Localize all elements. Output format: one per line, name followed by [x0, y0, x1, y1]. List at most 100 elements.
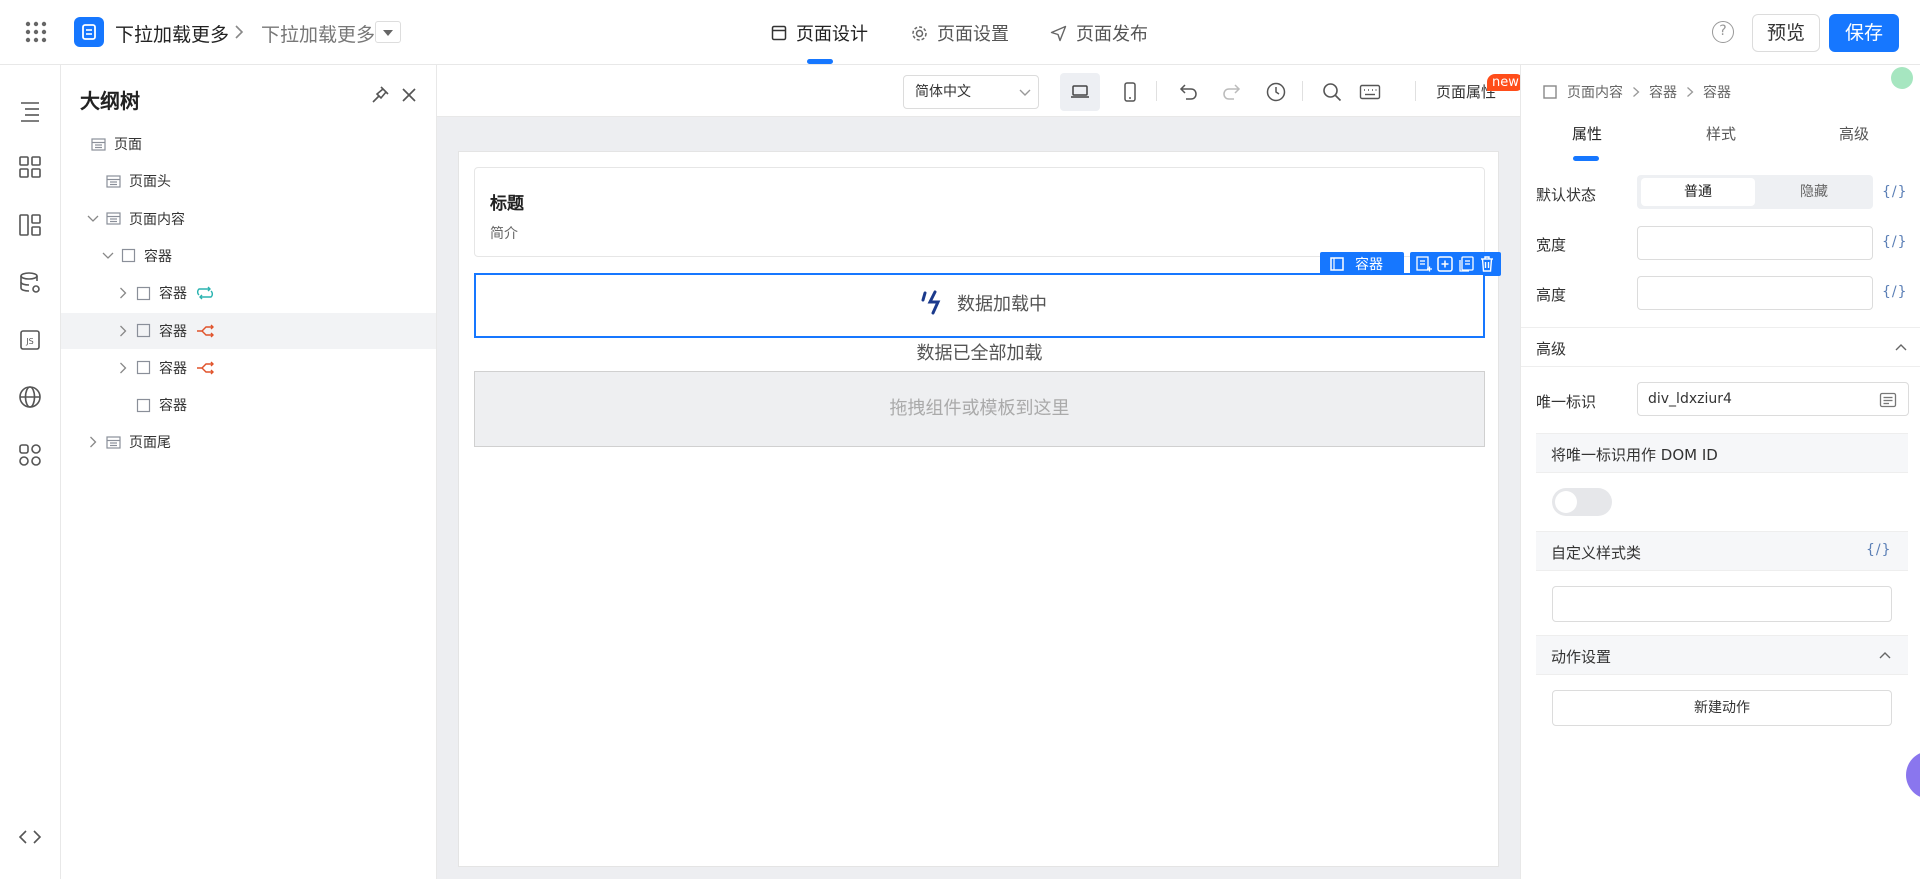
page-header-block[interactable]: 标题 简介 [474, 167, 1485, 257]
gear-icon [912, 25, 927, 41]
branch-icon [195, 361, 215, 375]
unique-id-input[interactable]: div_ldxziur4 [1637, 382, 1909, 416]
width-expression-button[interactable]: {/} [1882, 234, 1908, 250]
left-icon-bar: JS [0, 65, 61, 879]
height-label: 高度 [1536, 286, 1567, 304]
tree-item[interactable]: 容器 [61, 275, 436, 311]
selected-container[interactable]: 数据加载中 [474, 273, 1485, 338]
mobile-view-icon[interactable] [1120, 81, 1140, 103]
app-logo-icon [74, 17, 104, 47]
tree-item[interactable]: 页面内容 [61, 201, 436, 237]
components-icon[interactable] [17, 154, 43, 180]
search-icon[interactable] [1321, 81, 1343, 103]
dom-id-toggle[interactable] [1552, 488, 1612, 516]
design-canvas: 简体中文 页面属性 new 标题 简介 容器 数据加载中 数据已全部加载 拖拽组… [437, 65, 1524, 879]
id-card-icon[interactable] [1879, 392, 1897, 408]
page-document: 标题 简介 容器 数据加载中 数据已全部加载 拖拽组件或模板到这里 [458, 151, 1501, 867]
tree-toggle[interactable] [101, 252, 115, 260]
tab-properties[interactable]: 属性 [1572, 123, 1602, 144]
container-icon [121, 249, 136, 263]
close-icon[interactable] [400, 86, 418, 104]
tree-item[interactable]: 页面 [61, 126, 436, 162]
tree-toggle[interactable] [86, 215, 100, 223]
tab-page-publish[interactable]: 页面发布 [1050, 20, 1148, 46]
tab-styles[interactable]: 样式 [1706, 123, 1736, 144]
advanced-section-title: 高级 [1536, 340, 1567, 358]
apps-icon[interactable] [17, 442, 43, 468]
width-input[interactable] [1637, 226, 1873, 260]
tree-toggle[interactable] [116, 362, 130, 374]
tree-toggle[interactable] [116, 325, 130, 337]
tree-item[interactable]: 页面头 [61, 163, 436, 199]
chevron-up-icon [1895, 344, 1907, 351]
default-state-expression-button[interactable]: {/} [1882, 184, 1908, 200]
redo-icon[interactable] [1221, 81, 1243, 103]
actions-section-header[interactable]: 动作设置 [1536, 635, 1908, 675]
history-icon[interactable] [1265, 81, 1287, 103]
custom-class-input[interactable] [1552, 586, 1892, 622]
toggle-knob [1555, 491, 1577, 513]
crumb-page-content[interactable]: 页面内容 [1567, 82, 1623, 102]
outline-tree-icon[interactable] [17, 98, 43, 124]
outline-panel: 大纲树 页面 页面头 页面内容 容器 容器 容器 容器 容器 页面尾 [61, 65, 437, 879]
tree-item[interactable]: 页面尾 [61, 424, 436, 460]
keyboard-icon[interactable] [1359, 83, 1381, 101]
chevron-right-icon[interactable] [119, 325, 127, 337]
tab-page-design[interactable]: 页面设计 [771, 20, 868, 46]
tree-item-label: 页面头 [129, 174, 171, 191]
branch-icon [197, 324, 214, 337]
add-child-icon[interactable] [1436, 255, 1454, 273]
tree-toggle[interactable] [86, 436, 100, 448]
pin-icon[interactable] [370, 85, 390, 105]
undo-icon[interactable] [1177, 81, 1199, 103]
tree-item[interactable]: 容器 [61, 312, 436, 349]
breadcrumb-app[interactable]: 下拉加载更多 [115, 20, 229, 47]
crumb-container[interactable]: 容器 [1649, 82, 1677, 102]
trash-icon[interactable] [1478, 255, 1496, 273]
chevron-down-icon[interactable] [102, 252, 114, 260]
code-icon[interactable] [17, 827, 43, 847]
tree-item[interactable]: 容器 [61, 350, 436, 386]
help-icon[interactable]: ? [1712, 21, 1734, 43]
insert-before-icon[interactable] [1415, 255, 1433, 273]
chevron-right-icon[interactable] [89, 436, 97, 448]
breadcrumb-page[interactable]: 下拉加载更多 [261, 20, 375, 47]
state-normal-option[interactable]: 普通 [1641, 178, 1755, 206]
save-button[interactable]: 保存 [1829, 14, 1899, 52]
tab-page-publish-label: 页面发布 [1076, 24, 1148, 45]
height-input[interactable] [1637, 276, 1873, 310]
desktop-view-button[interactable] [1060, 73, 1100, 111]
tree-item[interactable]: 容器 [61, 238, 436, 274]
tree-item[interactable]: 容器 [61, 387, 436, 423]
advanced-section-header[interactable]: 高级 [1521, 327, 1920, 367]
default-state-label: 默认状态 [1536, 186, 1597, 204]
top-bar: 下拉加载更多 下拉加载更多 页面设计 页面设置 页面发布 ? 预览 保存 [0, 0, 1920, 65]
copy-icon[interactable] [1457, 255, 1475, 273]
chevron-right-icon[interactable] [119, 362, 127, 374]
new-action-button[interactable]: 新建动作 [1552, 690, 1892, 726]
status-indicator [1891, 67, 1913, 89]
tab-advanced[interactable]: 高级 [1839, 123, 1869, 144]
preview-button[interactable]: 预览 [1752, 14, 1820, 52]
page-dropdown-button[interactable] [375, 21, 401, 43]
chevron-right-icon[interactable] [119, 287, 127, 299]
chevron-down-icon[interactable] [87, 215, 99, 223]
tab-page-settings[interactable]: 页面设置 [911, 20, 1009, 46]
height-expression-button[interactable]: {/} [1882, 284, 1908, 300]
state-hidden-option[interactable]: 隐藏 [1755, 178, 1873, 206]
header-subtitle: 简介 [490, 226, 518, 242]
component-breadcrumb: 页面内容 容器 容器 [1542, 82, 1731, 102]
unique-id-label: 唯一标识 [1536, 393, 1597, 411]
globe-icon[interactable] [17, 384, 43, 410]
app-grid-icon[interactable] [25, 21, 47, 43]
language-select[interactable]: 简体中文 [903, 75, 1039, 109]
loading-text: 数据加载中 [957, 294, 1047, 315]
active-tab-indicator [1573, 156, 1599, 161]
js-icon[interactable]: JS [17, 327, 43, 353]
toolbar-divider [1302, 81, 1303, 101]
data-source-icon[interactable] [17, 270, 43, 296]
tree-toggle[interactable] [116, 287, 130, 299]
custom-class-expression-button[interactable]: {/} [1866, 542, 1892, 558]
layout-panel-icon[interactable] [17, 212, 43, 238]
drop-zone[interactable]: 拖拽组件或模板到这里 [474, 371, 1485, 447]
